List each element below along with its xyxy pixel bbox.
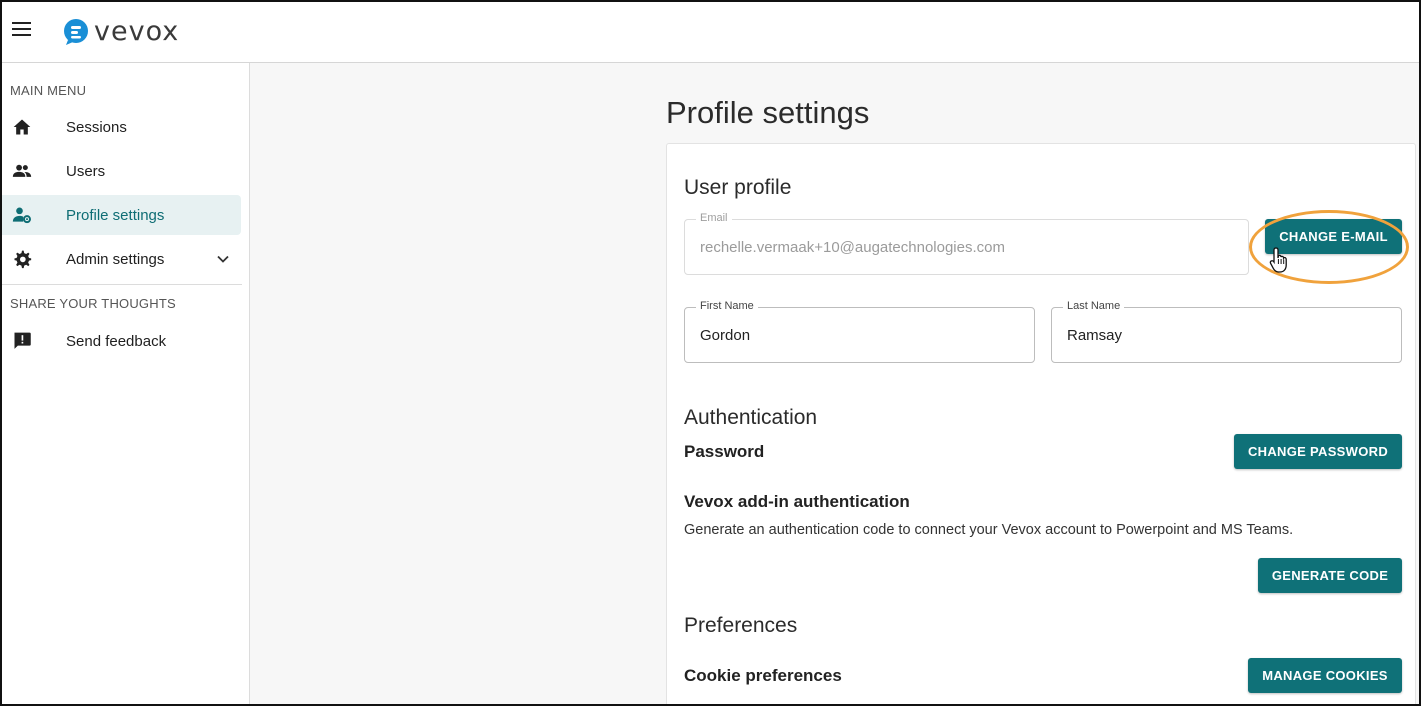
addin-description: Generate an authentication code to conne… xyxy=(684,522,1294,538)
hamburger-menu-icon[interactable] xyxy=(12,22,32,38)
top-bar: vevox xyxy=(2,2,1419,63)
addin-heading: Vevox add-in authentication xyxy=(684,492,910,511)
sidebar-divider xyxy=(2,284,242,285)
vevox-logo[interactable]: vevox xyxy=(62,16,179,47)
gear-icon xyxy=(14,250,32,269)
first-name-value: Gordon xyxy=(700,327,751,344)
email-value: rechelle.vermaak+10@augatechnologies.com xyxy=(700,239,1005,256)
generate-code-button[interactable]: GENERATE CODE xyxy=(1258,558,1402,593)
sidebar-item-sessions[interactable]: Sessions xyxy=(2,107,241,147)
manage-cookies-button[interactable]: MANAGE COOKIES xyxy=(1248,658,1402,693)
sidebar-item-label: Sessions xyxy=(66,118,127,136)
vevox-logo-icon xyxy=(64,18,88,45)
page-title: Profile settings xyxy=(666,95,870,130)
authentication-heading: Authentication xyxy=(684,406,818,429)
sidebar: MAIN MENU Sessions Users Profile setting… xyxy=(2,63,250,704)
profile-card: User profile Email rechelle.vermaak+10@a… xyxy=(666,143,1416,704)
share-thoughts-title: SHARE YOUR THOUGHTS xyxy=(10,296,176,311)
app-window: vevox MAIN MENU Sessions Users Profile s… xyxy=(0,0,1421,706)
chevron-down-icon[interactable] xyxy=(215,251,231,267)
first-name-field[interactable]: First Name Gordon xyxy=(684,300,1035,363)
brand-name: vevox xyxy=(94,16,180,47)
users-icon xyxy=(12,164,32,177)
sidebar-item-label: Profile settings xyxy=(66,206,165,224)
email-field: Email rechelle.vermaak+10@augatechnologi… xyxy=(684,212,1249,275)
last-name-label: Last Name xyxy=(1063,300,1125,312)
change-password-button[interactable]: CHANGE PASSWORD xyxy=(1234,434,1402,469)
sidebar-item-profile-settings[interactable]: Profile settings xyxy=(2,195,241,235)
password-label: Password xyxy=(684,442,765,461)
sidebar-item-label: Admin settings xyxy=(66,250,165,268)
profile-settings-icon xyxy=(12,207,31,224)
home-icon xyxy=(13,119,31,135)
main-menu-title: MAIN MENU xyxy=(10,83,87,98)
email-field-label: Email xyxy=(696,212,732,224)
cookie-preferences-label: Cookie preferences xyxy=(684,666,842,685)
sidebar-item-label: Send feedback xyxy=(66,332,167,350)
sidebar-item-admin-settings[interactable]: Admin settings xyxy=(2,239,241,279)
feedback-icon xyxy=(14,332,31,349)
first-name-label: First Name xyxy=(696,300,758,312)
sidebar-item-label: Users xyxy=(66,162,106,180)
hand-cursor-icon xyxy=(1269,247,1287,273)
sidebar-item-users[interactable]: Users xyxy=(2,151,241,191)
preferences-heading: Preferences xyxy=(684,614,798,637)
user-profile-heading: User profile xyxy=(684,176,792,199)
sidebar-item-send-feedback[interactable]: Send feedback xyxy=(2,321,241,361)
last-name-value: Ramsay xyxy=(1067,327,1123,344)
last-name-field[interactable]: Last Name Ramsay xyxy=(1051,300,1402,363)
